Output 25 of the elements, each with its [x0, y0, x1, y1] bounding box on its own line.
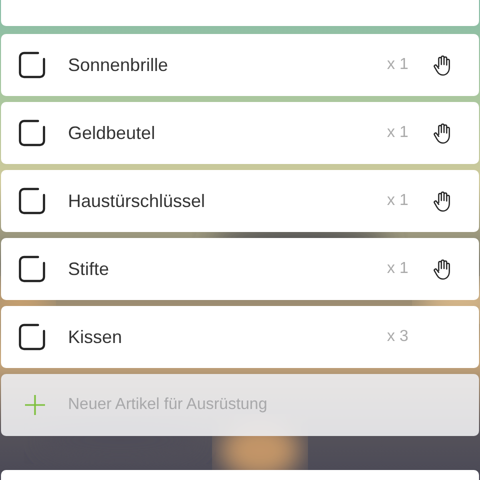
item-row[interactable]: Sonnenbrille x 1: [1, 34, 479, 96]
item-row[interactable]: Stifte x 1: [1, 238, 479, 300]
hand-icon[interactable]: [432, 122, 452, 144]
hand-icon[interactable]: [432, 54, 452, 76]
item-quantity: x 1: [387, 260, 410, 278]
checkbox[interactable]: [18, 119, 46, 147]
item-row[interactable]: Haustürschlüssel x 1: [1, 170, 479, 232]
checkbox[interactable]: [18, 323, 46, 351]
item-name: Geldbeutel: [68, 122, 156, 144]
hand-icon[interactable]: [432, 258, 452, 280]
item-quantity: x 1: [387, 192, 410, 210]
item-name: Kissen: [68, 326, 124, 348]
item-name: Haustürschlüssel: [68, 190, 206, 212]
checkbox[interactable]: [18, 187, 46, 215]
item-quantity: x 1: [387, 56, 410, 74]
item-name: Sonnenbrille: [68, 54, 170, 76]
item-quantity: x 1: [387, 124, 410, 142]
checkbox[interactable]: [18, 255, 46, 283]
item-name: Stifte: [68, 258, 110, 280]
new-item-field[interactable]: Neuer Artikel für Ausrüstung: [68, 396, 479, 414]
hand-icon[interactable]: [432, 190, 452, 212]
checkbox[interactable]: [18, 51, 46, 79]
item-quantity: x 3: [387, 328, 410, 346]
item-row[interactable]: Kissen x 3: [1, 306, 479, 368]
item-row[interactable]: Geldbeutel x 1: [1, 102, 479, 164]
